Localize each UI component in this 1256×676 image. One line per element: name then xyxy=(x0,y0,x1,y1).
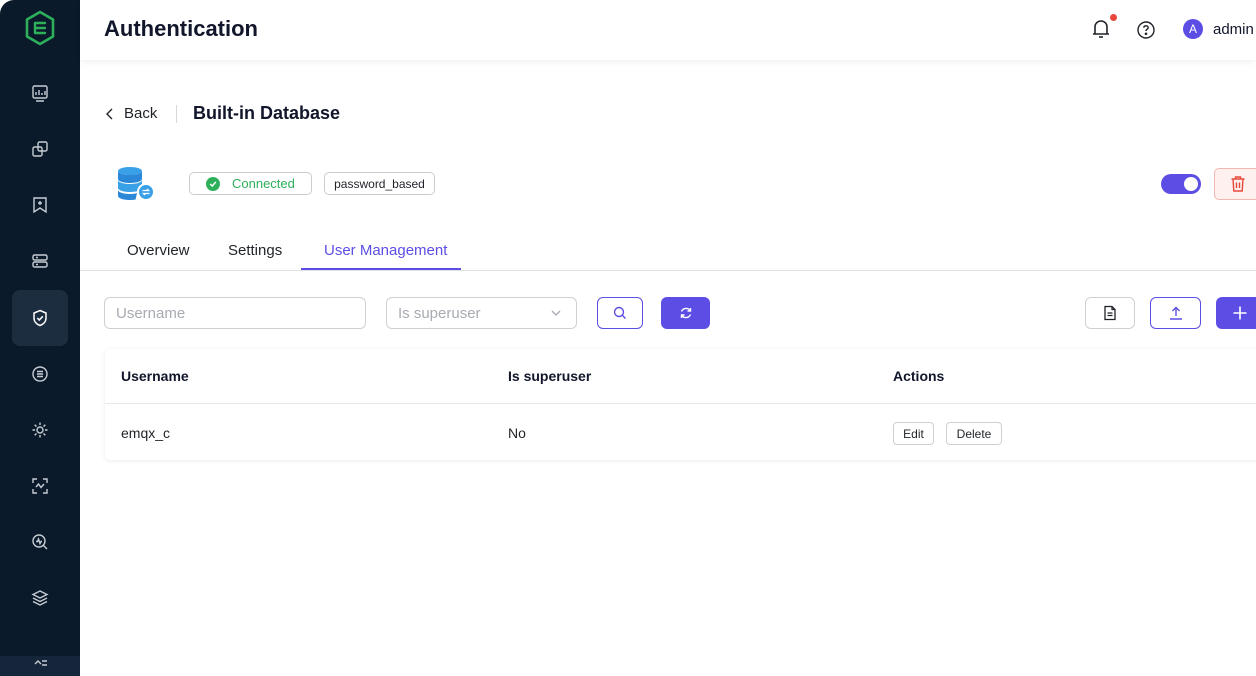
breadcrumb-divider xyxy=(176,105,177,123)
superuser-select[interactable]: Is superuser xyxy=(386,297,577,329)
sidebar-item-subscriptions[interactable] xyxy=(12,177,68,233)
edit-button[interactable]: Edit xyxy=(893,422,934,445)
import-button[interactable] xyxy=(1150,297,1201,329)
sidebar-collapse-button[interactable] xyxy=(0,656,80,676)
subscriptions-icon xyxy=(33,197,47,214)
sidebar xyxy=(0,0,80,676)
sidebar-item-management[interactable] xyxy=(12,402,68,458)
column-header-username: Username xyxy=(121,368,189,384)
connections-icon xyxy=(32,141,48,157)
sidebar-item-dashboard[interactable] xyxy=(12,65,68,121)
tabs-bar: Overview Settings User Management xyxy=(80,237,1256,271)
plus-icon xyxy=(1233,306,1247,320)
add-user-button[interactable] xyxy=(1216,297,1256,329)
extensions-icon xyxy=(31,590,49,606)
bell-icon[interactable] xyxy=(1090,17,1112,41)
sidebar-item-diagnose[interactable] xyxy=(12,514,68,570)
avatar[interactable]: A xyxy=(1183,19,1203,39)
search-button[interactable] xyxy=(597,297,643,329)
diagnose-icon xyxy=(32,534,48,550)
check-circle-icon xyxy=(206,176,220,191)
collapse-icon xyxy=(34,660,47,666)
chevron-down-icon xyxy=(551,310,561,316)
sidebar-item-monitoring[interactable] xyxy=(12,458,68,514)
enable-toggle[interactable] xyxy=(1161,174,1201,194)
data-integration-icon xyxy=(32,254,48,268)
help-icon[interactable] xyxy=(1136,20,1156,40)
tab-settings[interactable]: Settings xyxy=(228,242,282,259)
access-control-icon xyxy=(33,309,47,327)
status-badge: Connected xyxy=(189,172,312,195)
cell-username: emqx_c xyxy=(121,425,171,441)
superuser-select-placeholder: Is superuser xyxy=(398,304,481,322)
upload-icon xyxy=(1169,306,1182,320)
column-header-is-superuser: Is superuser xyxy=(508,368,592,384)
sidebar-item-extensions[interactable] xyxy=(12,570,68,626)
sidebar-item-topics[interactable] xyxy=(12,346,68,402)
dashboard-icon xyxy=(32,85,48,102)
active-tab-indicator xyxy=(301,268,461,270)
sidebar-item-access-control[interactable] xyxy=(12,290,68,346)
back-button[interactable]: Back xyxy=(106,105,157,122)
sidebar-item-connections[interactable] xyxy=(12,121,68,177)
breadcrumb-title: Built-in Database xyxy=(193,103,341,123)
tab-user-management[interactable]: User Management xyxy=(324,242,447,259)
document-icon xyxy=(1104,305,1116,321)
emqx-logo-icon[interactable] xyxy=(24,10,56,46)
delete-authenticator-button[interactable] xyxy=(1214,168,1256,200)
status-text: Connected xyxy=(232,176,295,191)
users-table: Username Is superuser Actions emqx_c No … xyxy=(105,349,1256,460)
tab-overview[interactable]: Overview xyxy=(127,242,190,259)
refresh-button[interactable] xyxy=(661,297,710,329)
chevron-left-icon xyxy=(106,108,113,119)
cell-is-superuser: No xyxy=(508,425,526,441)
monitoring-icon xyxy=(32,478,48,494)
notification-dot xyxy=(1110,14,1117,21)
delete-button[interactable]: Delete xyxy=(946,422,1002,445)
topics-icon xyxy=(32,366,48,382)
export-button[interactable] xyxy=(1085,297,1135,329)
page-title: Authentication xyxy=(104,16,258,41)
column-header-actions: Actions xyxy=(893,368,945,384)
username-search-input[interactable] xyxy=(104,297,366,329)
management-icon xyxy=(32,422,48,438)
database-icon xyxy=(118,167,155,201)
search-icon xyxy=(613,306,626,319)
mechanism-badge: password_based xyxy=(324,172,435,195)
back-label: Back xyxy=(124,105,158,122)
user-name[interactable]: admin xyxy=(1213,21,1254,38)
refresh-icon xyxy=(680,307,691,319)
trash-icon xyxy=(1231,176,1245,192)
sidebar-item-data-integration[interactable] xyxy=(12,233,68,289)
top-header: Authentication A admin xyxy=(80,0,1256,60)
row-divider xyxy=(105,403,1256,404)
